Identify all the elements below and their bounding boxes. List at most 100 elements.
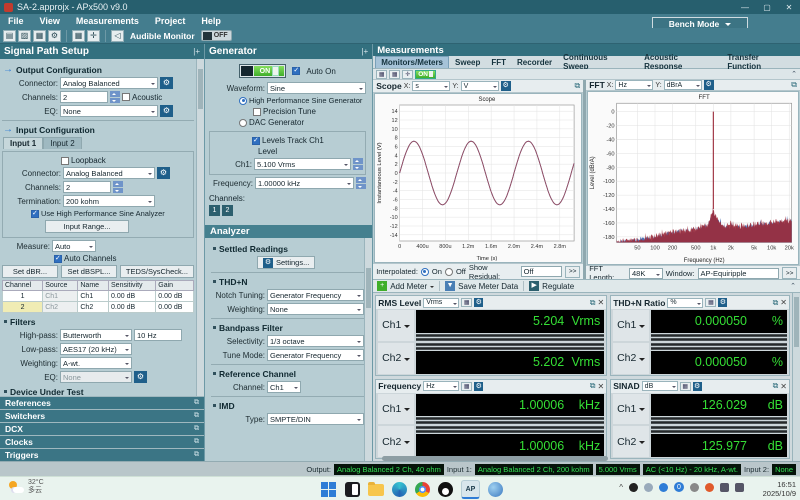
volume-icon[interactable] xyxy=(735,483,744,492)
pin-icon[interactable]: |+ xyxy=(193,47,200,56)
start-button[interactable] xyxy=(320,481,337,498)
tray-icon-settings[interactable] xyxy=(690,483,699,492)
wifi-icon[interactable] xyxy=(720,483,729,492)
tray-expand-icon[interactable]: ^ xyxy=(619,483,623,492)
scope-gear-icon[interactable]: ⚙ xyxy=(501,81,511,91)
channel-selector[interactable]: Ch2 xyxy=(378,343,414,374)
menu-view[interactable]: View xyxy=(32,16,68,26)
speaker-icon[interactable]: ◁ xyxy=(111,30,124,42)
hp-sine-analyzer-checkbox[interactable] xyxy=(31,210,39,218)
termination-select[interactable]: 200 kohm xyxy=(63,195,155,207)
save-meter-data-button[interactable]: Save Meter Data xyxy=(458,282,518,291)
set-dbspl-button[interactable]: Set dBSPL... xyxy=(61,265,117,278)
taskbar-clock[interactable]: 16:51 2025/10/9 xyxy=(763,480,796,498)
sidebar-item-references[interactable]: References⧉ xyxy=(0,397,204,409)
tray-icon-zero[interactable]: 0 xyxy=(674,482,684,492)
monitors-on-toggle[interactable]: ON xyxy=(415,70,436,79)
tray-icon-mail[interactable] xyxy=(705,483,714,492)
frequency-stepper[interactable] xyxy=(356,177,366,189)
scope-x-select[interactable]: s xyxy=(412,81,450,91)
popout-icon[interactable]: ⧉ xyxy=(194,399,199,407)
popout-icon[interactable]: ⧉ xyxy=(194,425,199,433)
close-button[interactable]: ✕ xyxy=(778,0,800,14)
precision-tune-checkbox[interactable] xyxy=(253,108,261,116)
tab-input-2[interactable]: Input 2 xyxy=(43,137,81,149)
popout-icon[interactable]: ⧉ xyxy=(773,381,779,391)
tray-icon-qq[interactable] xyxy=(629,483,638,492)
bandpass-section[interactable]: Bandpass Filter xyxy=(213,323,364,333)
scope-view-icon[interactable]: ✛ xyxy=(402,70,413,79)
tray-icon-app[interactable] xyxy=(659,483,668,492)
interpolated-on-radio[interactable] xyxy=(421,268,429,276)
tab-recorder[interactable]: Recorder xyxy=(512,56,557,68)
ch1-level-select[interactable]: 5.100 Vrms xyxy=(254,158,351,170)
input-range-button[interactable]: Input Range... xyxy=(45,220,129,233)
edge-browser-icon[interactable] xyxy=(392,482,407,497)
layout-icon[interactable]: ▦ xyxy=(376,70,387,79)
gear-icon[interactable]: ⚙ xyxy=(474,382,483,391)
reference-channel-section[interactable]: Reference Channel xyxy=(213,369,364,379)
acoustic-checkbox[interactable] xyxy=(122,93,130,101)
teds-syscheck-button[interactable]: TEDS/SysCheck... xyxy=(120,265,194,278)
analyzer-scrollbar[interactable] xyxy=(364,238,372,461)
meters-scrollbar[interactable] xyxy=(792,293,800,461)
chrome-browser-icon[interactable] xyxy=(415,482,430,497)
output-connector-gear-icon[interactable]: ⚙ xyxy=(160,77,173,89)
input-config-title[interactable]: Input Configuration xyxy=(16,125,95,135)
open-project-icon[interactable]: ▨ xyxy=(18,30,31,42)
source-select[interactable]: Ch1 xyxy=(43,291,78,302)
scope-popout-icon[interactable]: ⧉ xyxy=(575,81,581,91)
channel-selector[interactable]: Ch1 xyxy=(613,394,649,425)
input-connector-gear-icon[interactable]: ⚙ xyxy=(157,167,170,179)
an-weighting-select[interactable]: None xyxy=(267,303,364,315)
collapse-icon[interactable]: ⌃ xyxy=(790,282,796,290)
selectivity-select[interactable]: 1/3 octave xyxy=(267,335,364,347)
navigator-icon[interactable]: ✛ xyxy=(87,30,100,42)
notch-tuning-select[interactable]: Generator Frequency xyxy=(267,289,364,301)
auto-channels-checkbox[interactable] xyxy=(54,255,62,263)
gear-icon[interactable]: ⚙ xyxy=(474,298,483,307)
interpolated-off-radio[interactable] xyxy=(445,268,453,276)
settings-icon[interactable]: ⚙ xyxy=(48,30,61,42)
fft-popout-icon[interactable]: ⧉ xyxy=(791,80,797,90)
pin-icon[interactable]: |+ xyxy=(361,47,368,56)
sensitivity-select[interactable]: 0.00 dB xyxy=(109,291,156,302)
filter-eq-gear-icon[interactable]: ⚙ xyxy=(134,371,147,383)
imd-section[interactable]: IMD xyxy=(213,401,364,411)
high-pass-select[interactable]: Butterworth xyxy=(60,329,132,341)
sidebar-item-clocks[interactable]: Clocks⧉ xyxy=(0,436,204,448)
close-icon[interactable]: ✕ xyxy=(598,382,605,391)
scope-more-button[interactable]: >> xyxy=(565,266,580,278)
meter-unit-select[interactable]: Vrms xyxy=(423,298,459,308)
show-residual-select[interactable]: Off xyxy=(521,266,563,277)
channels-stepper[interactable] xyxy=(110,91,120,103)
channel-selector[interactable]: Ch1 xyxy=(378,394,414,425)
tab-continuous-sweep[interactable]: Continuous Sweep xyxy=(558,56,638,68)
fft-window-select[interactable]: AP-Equiripple xyxy=(698,268,780,279)
auto-on-checkbox[interactable] xyxy=(292,67,300,75)
tab-fft[interactable]: FFT xyxy=(486,56,511,68)
frequency-select[interactable]: 1.00000 kHz xyxy=(255,177,354,189)
input-channels-stepper[interactable] xyxy=(113,181,123,193)
minimize-button[interactable]: — xyxy=(734,0,756,14)
tab-monitors-meters[interactable]: Monitors/Meters xyxy=(375,56,449,68)
browser-icon[interactable] xyxy=(488,482,503,497)
report-icon[interactable]: ▦ xyxy=(33,30,46,42)
waveform-select[interactable]: Sine xyxy=(267,82,366,94)
output-eq-select[interactable]: None xyxy=(60,105,158,117)
monitor-icon[interactable]: ▦ xyxy=(72,30,85,42)
apx500-taskbar-icon[interactable]: AP xyxy=(461,480,480,499)
sidebar-item-switchers[interactable]: Switchers⧉ xyxy=(0,410,204,422)
regulate-button[interactable]: Regulate xyxy=(542,282,574,291)
sidebar-item-dcx[interactable]: DCX⧉ xyxy=(0,423,204,435)
tab-transfer-function[interactable]: Transfer Function xyxy=(722,56,798,68)
gain-select[interactable]: 0.00 dB xyxy=(156,302,194,313)
gain-select[interactable]: 0.00 dB xyxy=(156,291,194,302)
levels-track-checkbox[interactable] xyxy=(252,137,260,145)
tab-acoustic-response[interactable]: Acoustic Response xyxy=(639,56,721,68)
meters-view-icon[interactable]: ▦ xyxy=(389,70,400,79)
tab-sweep[interactable]: Sweep xyxy=(450,56,485,68)
gear-icon[interactable]: ⚙ xyxy=(693,382,702,391)
measure-select[interactable]: Auto xyxy=(52,240,96,252)
meter-unit-select[interactable]: dB xyxy=(642,381,678,391)
